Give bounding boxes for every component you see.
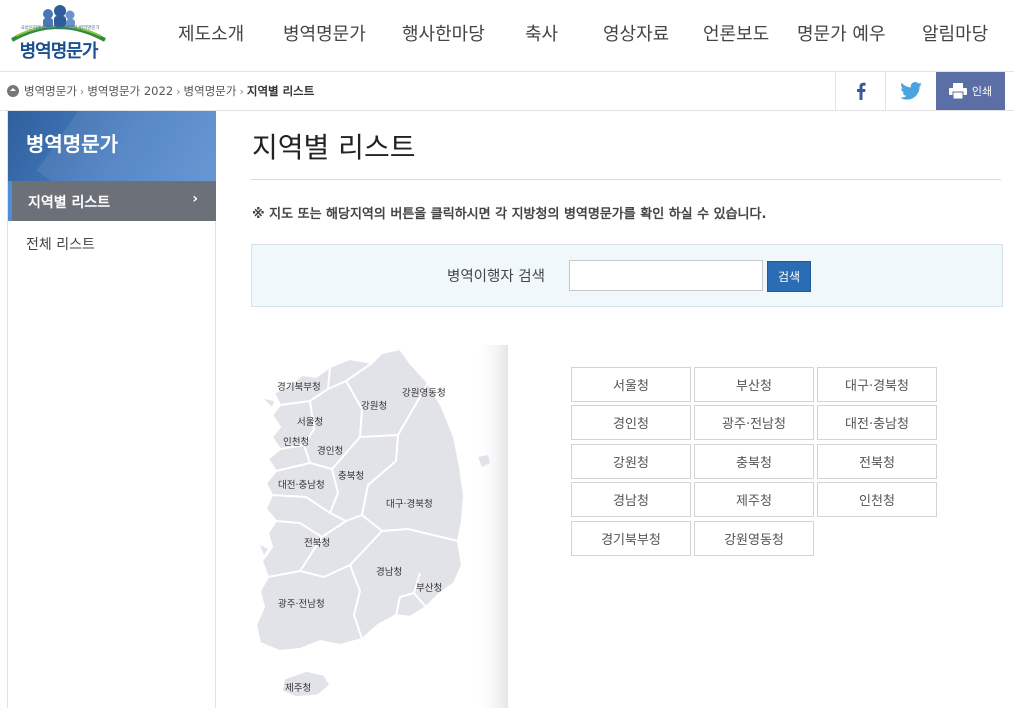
- site-header: 국방문화예술진흥재단, 병무청 병역명문가 병역명문가 제도소개 병역명문가 행…: [0, 0, 1014, 72]
- map-label-seoul[interactable]: 서울청: [297, 414, 323, 428]
- sidebar-item-label: 지역별 리스트: [28, 195, 111, 211]
- sidebar-title: 병역명문가: [8, 111, 216, 181]
- facebook-share-button[interactable]: [835, 72, 885, 110]
- home-icon[interactable]: [7, 85, 19, 97]
- region-button-daegu-gyeongbuk[interactable]: 대구·경북청: [817, 367, 937, 402]
- map-label-gyeongnam[interactable]: 경남청: [376, 564, 402, 578]
- chevron-right-icon: ›: [79, 84, 85, 98]
- site-logo[interactable]: 국방문화예술진흥재단, 병무청 병역명문가 병역명문가: [6, 2, 111, 64]
- search-input[interactable]: [569, 260, 763, 291]
- region-button-chungbuk[interactable]: 충북청: [694, 444, 814, 479]
- printer-icon: [948, 83, 967, 99]
- nav-item-notices[interactable]: 알림마당: [922, 20, 988, 46]
- region-button-busan[interactable]: 부산청: [694, 367, 814, 402]
- notice-text: ※ 지도 또는 해당지역의 버튼을 클릭하시면 각 지방청의 병역명문가를 확인…: [252, 207, 767, 222]
- breadcrumb-item[interactable]: 병역명문가: [24, 83, 77, 99]
- logo-emblem-icon: [11, 5, 106, 42]
- breadcrumb-current: 지역별 리스트: [246, 84, 315, 98]
- nav-item-honors[interactable]: 명문가 예우: [797, 20, 886, 46]
- region-button-seoul[interactable]: 서울청: [571, 367, 691, 402]
- region-button-jeonbuk[interactable]: 전북청: [817, 444, 937, 479]
- left-sidebar: 병역명문가 지역별 리스트 › 전체 리스트: [7, 111, 216, 708]
- nav-item-system[interactable]: 제도소개: [178, 20, 244, 46]
- twitter-share-button[interactable]: [885, 72, 935, 110]
- korea-region-map[interactable]: 경기북부청 강원영동청 강원청 서울청 인천청 경인청 충북청 대전·충남청 대…: [250, 345, 508, 708]
- breadcrumb-item[interactable]: 병역명문가: [184, 83, 237, 99]
- nav-item-family[interactable]: 병역명문가: [283, 20, 366, 46]
- sidebar-item-all-list[interactable]: 전체 리스트: [26, 234, 95, 254]
- divider: [251, 179, 1001, 180]
- nav-item-congrats[interactable]: 축사: [525, 20, 558, 46]
- map-label-gyeongin[interactable]: 경인청: [317, 443, 343, 457]
- map-label-gangwon[interactable]: 강원청: [361, 398, 387, 412]
- region-button-gangwon-east[interactable]: 강원영동청: [694, 521, 814, 556]
- breadcrumb-bar: 병역명문가 › 병역명문가 2022 › 병역명문가 › 지역별 리스트 인쇄: [0, 72, 1014, 111]
- map-label-busan[interactable]: 부산청: [416, 580, 442, 594]
- sidebar-title-text: 병역명문가: [26, 132, 118, 156]
- search-label: 병역이행자 검색: [447, 269, 545, 285]
- region-button-incheon[interactable]: 인천청: [817, 482, 937, 517]
- region-button-gangwon[interactable]: 강원청: [571, 444, 691, 479]
- map-label-gwangju-jeonnam[interactable]: 광주·전남청: [278, 596, 325, 610]
- map-label-daegu-gyeongbuk[interactable]: 대구·경북청: [386, 496, 433, 510]
- breadcrumb-item[interactable]: 병역명문가 2022: [87, 83, 173, 99]
- map-label-jeonbuk[interactable]: 전북청: [304, 535, 330, 549]
- chevron-right-icon: ›: [176, 84, 181, 98]
- page-title: 지역별 리스트: [252, 131, 416, 164]
- nav-item-events[interactable]: 행사한마당: [402, 20, 485, 46]
- region-button-jeju[interactable]: 제주청: [694, 482, 814, 517]
- breadcrumb: 병역명문가 › 병역명문가 2022 › 병역명문가 › 지역별 리스트: [7, 83, 314, 99]
- nav-item-press[interactable]: 언론보도: [703, 20, 769, 46]
- map-label-incheon[interactable]: 인천청: [283, 434, 309, 448]
- nav-item-videos[interactable]: 영상자료: [603, 20, 669, 46]
- logo-tagline: 국방문화예술진흥재단, 병무청 병역명문가: [20, 26, 100, 31]
- region-button-gyeonggi-north[interactable]: 경기북부청: [571, 521, 691, 556]
- region-button-gyeongnam[interactable]: 경남청: [571, 482, 691, 517]
- map-label-daejeon-chungnam[interactable]: 대전·충남청: [278, 477, 325, 491]
- map-label-gyeonggi-north[interactable]: 경기북부청: [277, 379, 321, 393]
- facebook-icon: [856, 82, 866, 100]
- region-button-daejeon-chungnam[interactable]: 대전·충남청: [817, 405, 937, 440]
- map-label-chungbuk[interactable]: 충북청: [338, 468, 364, 482]
- sidebar-item-region-list[interactable]: 지역별 리스트 ›: [8, 181, 216, 221]
- search-panel: 병역이행자 검색 검색: [251, 244, 1003, 307]
- region-button-gwangju-jeonnam[interactable]: 광주·전남청: [694, 405, 814, 440]
- search-button[interactable]: 검색: [767, 261, 811, 292]
- twitter-icon: [899, 82, 922, 100]
- region-button-gyeongin[interactable]: 경인청: [571, 405, 691, 440]
- chevron-right-icon: ›: [192, 191, 198, 207]
- print-label: 인쇄: [971, 85, 993, 98]
- logo-text: 병역명문가: [19, 41, 99, 62]
- print-button[interactable]: 인쇄: [936, 72, 1005, 110]
- map-label-gangwon-east[interactable]: 강원영동청: [402, 385, 446, 399]
- chevron-right-icon: ›: [239, 84, 244, 98]
- map-label-jeju[interactable]: 제주청: [285, 680, 311, 694]
